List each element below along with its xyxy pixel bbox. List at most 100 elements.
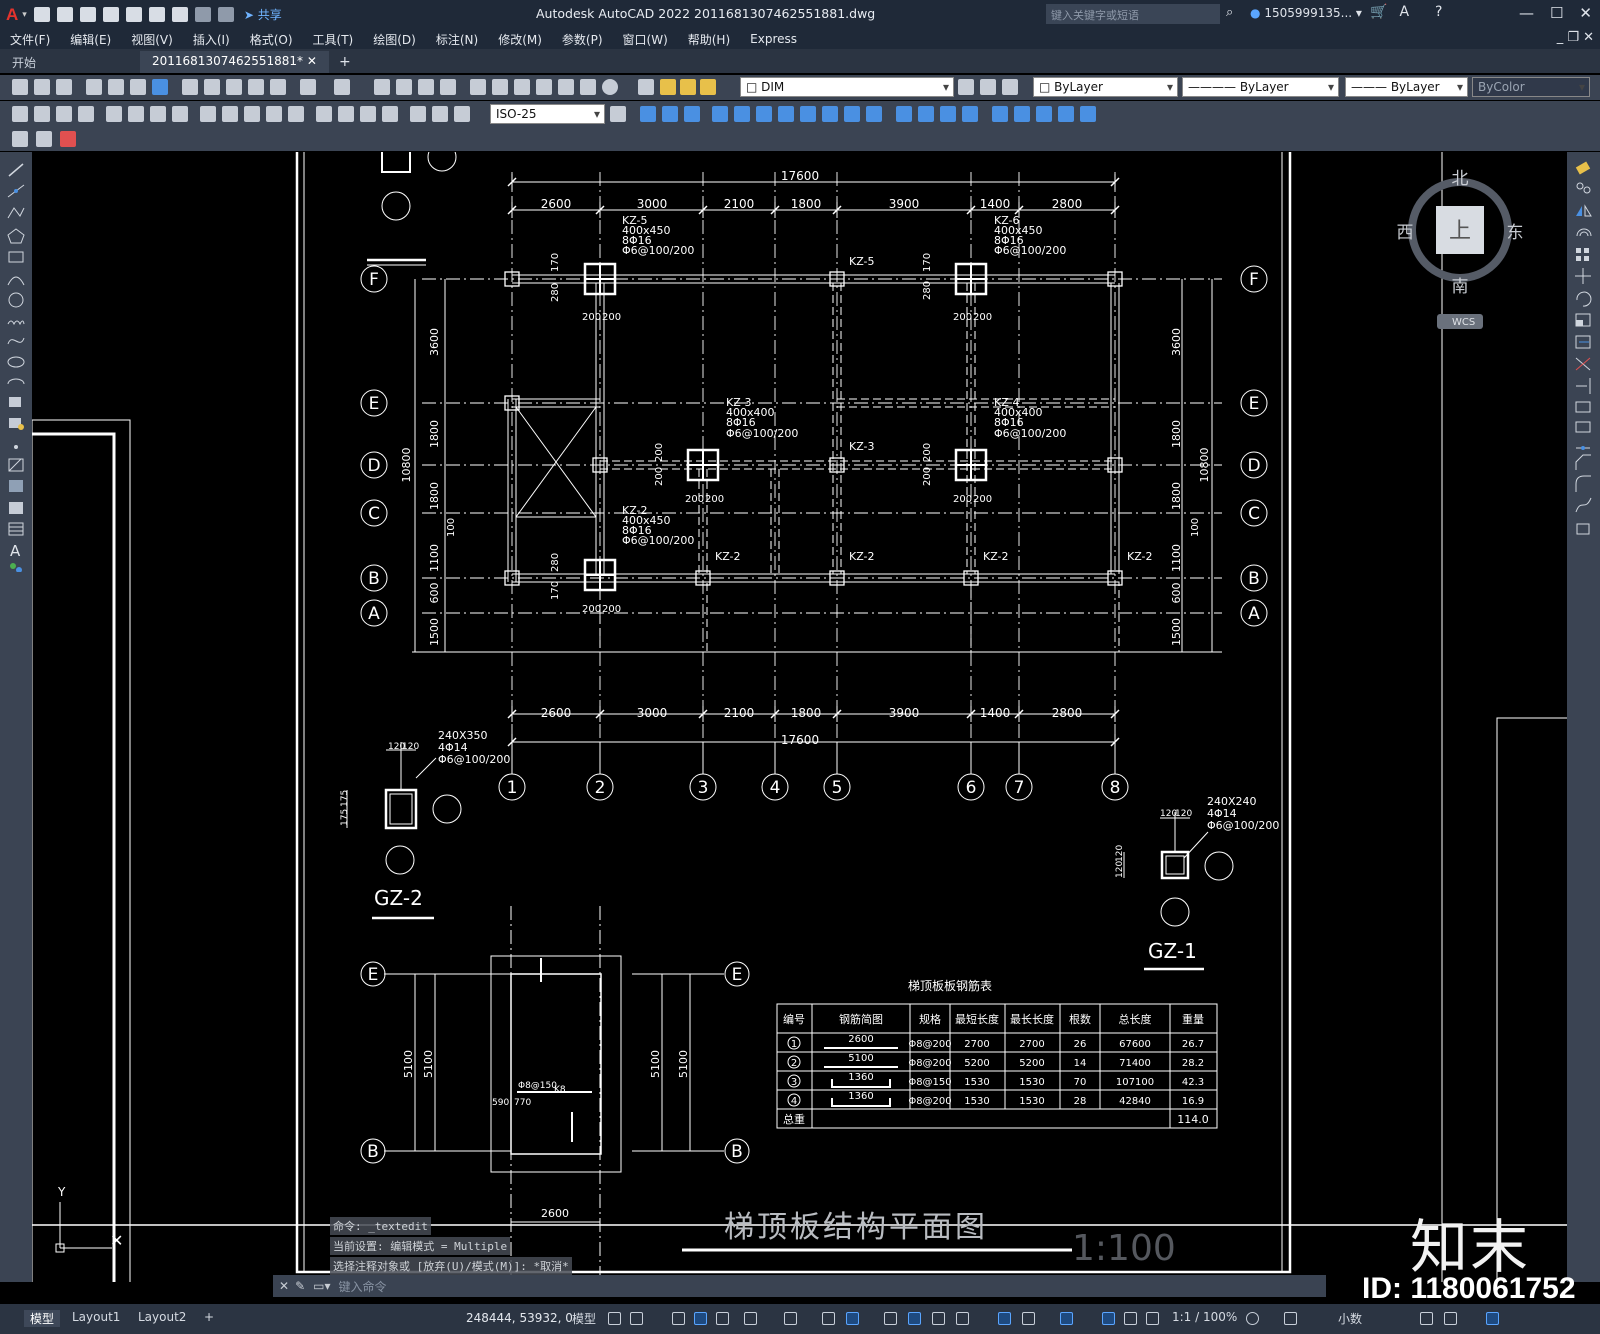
transparency-icon[interactable] bbox=[908, 1312, 921, 1325]
close-icon[interactable]: ✕ bbox=[1579, 4, 1592, 22]
3d-wedge-icon[interactable] bbox=[662, 106, 678, 122]
annotation-visibility-icon[interactable] bbox=[1102, 1312, 1115, 1325]
otrack-icon[interactable] bbox=[822, 1312, 835, 1325]
edit-attribute-icon[interactable] bbox=[36, 131, 52, 147]
grid-icon[interactable] bbox=[608, 1312, 621, 1325]
menu-dimension[interactable]: 标注(N) bbox=[436, 31, 478, 48]
make-block-icon[interactable] bbox=[9, 418, 24, 430]
intersect-icon[interactable] bbox=[866, 106, 882, 122]
menu-insert[interactable]: 插入(I) bbox=[193, 31, 230, 48]
dim-continue-icon[interactable] bbox=[244, 106, 260, 122]
layer-previous-icon[interactable] bbox=[980, 79, 996, 95]
command-recent-icon[interactable]: ▭▾ bbox=[313, 1279, 330, 1293]
coordinate-readout[interactable]: 248444, 53932, 0 bbox=[466, 1311, 573, 1325]
dim-aligned-icon[interactable] bbox=[34, 106, 50, 122]
realistic-icon[interactable] bbox=[918, 106, 934, 122]
menu-draw[interactable]: 绘图(D) bbox=[373, 31, 416, 48]
dim-diameter-icon[interactable] bbox=[150, 106, 166, 122]
menu-format[interactable]: 格式(O) bbox=[250, 31, 293, 48]
make-current-layer-icon[interactable] bbox=[958, 79, 974, 95]
scale-icon[interactable] bbox=[1575, 313, 1591, 327]
workspace-gear-icon[interactable] bbox=[1246, 1312, 1259, 1325]
publish-icon[interactable] bbox=[130, 79, 146, 95]
explode-icon[interactable] bbox=[1576, 523, 1590, 535]
ellipse-icon[interactable] bbox=[7, 356, 25, 368]
units-dropdown[interactable]: 小数 bbox=[1338, 1310, 1362, 1327]
extend-icon[interactable] bbox=[1576, 378, 1591, 394]
layer-lock-icon[interactable] bbox=[700, 79, 716, 95]
viewcube[interactable]: 上 北 南 西 东 WCS bbox=[1397, 169, 1524, 329]
tab-start[interactable]: 开始 bbox=[0, 51, 140, 73]
arc-icon[interactable] bbox=[7, 276, 25, 286]
ucs-view-icon[interactable] bbox=[1080, 106, 1096, 122]
dynamic-input-icon[interactable] bbox=[694, 1312, 707, 1325]
point-icon[interactable] bbox=[14, 445, 18, 449]
join-icon[interactable] bbox=[1576, 446, 1590, 450]
save-icon[interactable] bbox=[79, 7, 96, 22]
menu-help[interactable]: 帮助(H) bbox=[688, 31, 730, 48]
ellipse-arc-icon[interactable] bbox=[7, 378, 25, 385]
share-button[interactable]: ➤ 共享 bbox=[244, 6, 282, 23]
undo-icon[interactable] bbox=[300, 79, 316, 95]
trim-icon[interactable] bbox=[1575, 357, 1591, 371]
conceptual-icon[interactable] bbox=[940, 106, 956, 122]
qnew-icon[interactable] bbox=[12, 79, 28, 95]
revolve-icon[interactable] bbox=[734, 106, 750, 122]
3d-box-icon[interactable] bbox=[640, 106, 656, 122]
help-icon[interactable] bbox=[602, 79, 618, 95]
array-icon[interactable] bbox=[1576, 248, 1589, 261]
open-file-icon[interactable] bbox=[56, 7, 73, 22]
plot-icon[interactable] bbox=[86, 79, 102, 95]
spline-icon[interactable] bbox=[7, 337, 25, 345]
color-dropdown[interactable]: □ ByLayer bbox=[1033, 77, 1178, 97]
isodraft-icon[interactable] bbox=[784, 1312, 797, 1325]
snap-icon[interactable] bbox=[630, 1312, 643, 1325]
new-file-icon[interactable] bbox=[33, 7, 50, 22]
menu-parametric[interactable]: 参数(P) bbox=[562, 31, 603, 48]
undo-icon[interactable] bbox=[194, 7, 211, 22]
command-close-icon[interactable]: ✕ bbox=[279, 1279, 289, 1293]
design-center-icon[interactable] bbox=[492, 79, 508, 95]
rectangle-icon[interactable] bbox=[8, 251, 24, 263]
extrude-icon[interactable] bbox=[712, 106, 728, 122]
annotation-monitor-icon[interactable] bbox=[1284, 1312, 1297, 1325]
dim-break-icon[interactable] bbox=[288, 106, 304, 122]
layer-freeze-icon[interactable] bbox=[680, 79, 696, 95]
new-tab-button[interactable]: + bbox=[329, 51, 361, 73]
jogged-linear-icon[interactable] bbox=[382, 106, 398, 122]
dim-ordinate-icon[interactable] bbox=[78, 106, 94, 122]
region-icon[interactable] bbox=[9, 502, 23, 514]
inspection-icon[interactable] bbox=[360, 106, 376, 122]
dim-baseline-icon[interactable] bbox=[222, 106, 238, 122]
ucs-object-icon[interactable] bbox=[1036, 106, 1052, 122]
copy-icon[interactable] bbox=[204, 79, 220, 95]
dim-jogged-icon[interactable] bbox=[128, 106, 144, 122]
dim-angular-icon[interactable] bbox=[172, 106, 188, 122]
drawing-canvas[interactable]: 上 北 南 西 东 WCS Y ✕ 17600 17600 2600 3000 … bbox=[31, 140, 1567, 1321]
redo-icon[interactable] bbox=[217, 7, 234, 22]
annotation-scale-icon[interactable] bbox=[1146, 1312, 1159, 1325]
dim-radius-icon[interactable] bbox=[106, 106, 122, 122]
dim-linear-icon[interactable] bbox=[12, 106, 28, 122]
plotstyle-dropdown[interactable]: ByColor bbox=[1472, 77, 1590, 97]
visual-style-icon[interactable] bbox=[896, 106, 912, 122]
lock-ui-icon[interactable] bbox=[1444, 1312, 1457, 1325]
tab-layout1[interactable]: Layout1 bbox=[72, 1310, 120, 1324]
break-icon[interactable] bbox=[1575, 421, 1591, 433]
copy-object-icon[interactable] bbox=[1576, 182, 1591, 194]
open-icon[interactable] bbox=[34, 79, 50, 95]
selection-cycling-icon[interactable] bbox=[932, 1312, 945, 1325]
move-icon[interactable] bbox=[1575, 268, 1591, 284]
stretch-icon[interactable] bbox=[1575, 335, 1591, 349]
maximize-icon[interactable]: ☐ bbox=[1550, 4, 1563, 22]
ucs-face-icon[interactable] bbox=[1058, 106, 1074, 122]
command-customize-icon[interactable]: ✎ bbox=[295, 1279, 305, 1293]
tab-close-icon[interactable]: ✕ bbox=[307, 54, 317, 68]
dim-text-edit-icon[interactable] bbox=[432, 106, 448, 122]
ucs-icon[interactable] bbox=[992, 106, 1008, 122]
mirror-icon[interactable] bbox=[1576, 204, 1592, 217]
ortho-icon[interactable] bbox=[716, 1312, 729, 1325]
lineweight-dropdown[interactable]: ——— ByLayer bbox=[1345, 77, 1468, 97]
tolerance-icon[interactable] bbox=[316, 106, 332, 122]
zoom-window-icon[interactable] bbox=[418, 79, 434, 95]
